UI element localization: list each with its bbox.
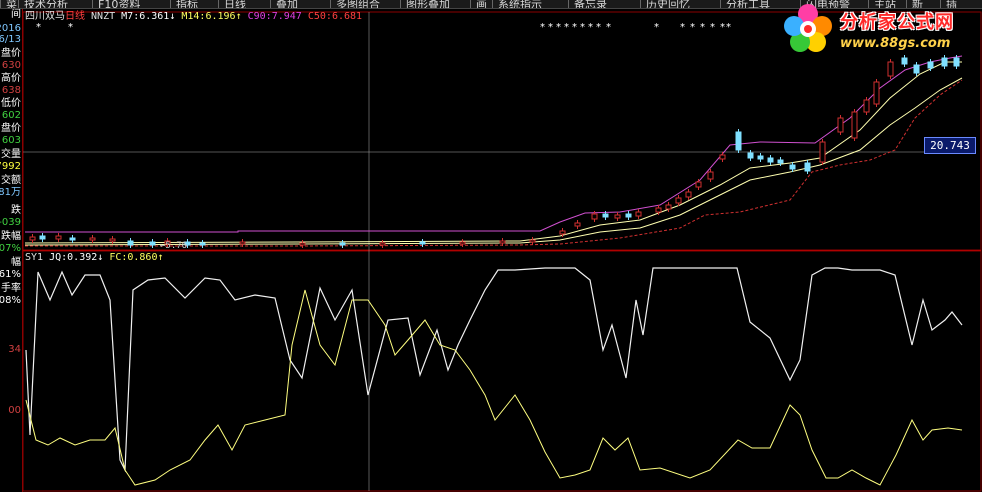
candle-body (747, 152, 754, 159)
current-price-tag: 20.743 (924, 137, 976, 154)
candle-body (953, 57, 960, 67)
signal-star: * (680, 22, 685, 33)
oscillator-lines (25, 267, 963, 486)
candle-body (685, 191, 692, 198)
candle-body (574, 222, 581, 227)
fc-label: FC: (109, 252, 128, 263)
signal-star: * (36, 22, 41, 33)
c50-label: C50: (307, 11, 332, 22)
signal-star: * (654, 22, 659, 33)
candle-body (927, 61, 934, 69)
candle-body (149, 241, 156, 246)
candle-body (29, 236, 36, 241)
candle-body (127, 240, 134, 246)
c90-label: C90: (247, 11, 272, 22)
candle-body (901, 57, 908, 65)
signal-star: * (596, 22, 601, 33)
signal-star: * (548, 22, 553, 33)
candle-body (559, 230, 566, 235)
candle-body (199, 242, 206, 246)
candle-body (89, 237, 96, 241)
signal-star: * (556, 22, 561, 33)
signal-star: * (710, 22, 715, 33)
signal-star: * (700, 22, 705, 33)
candle-body (777, 159, 784, 164)
signal-star: * (580, 22, 585, 33)
sub-chart-frame (22, 250, 982, 492)
candlestick-series (29, 55, 960, 248)
candle-body (499, 240, 506, 244)
candle-body (913, 64, 920, 74)
candle-body (819, 141, 826, 163)
candle-body (837, 117, 844, 133)
candle-body (591, 213, 598, 220)
candle-body (675, 197, 682, 204)
candle-body (69, 237, 76, 241)
period-label: 日线 (65, 11, 85, 22)
candle-body (614, 214, 621, 219)
candle-body (863, 99, 870, 113)
jq-line (25, 267, 963, 473)
candle-body (39, 235, 46, 240)
signal-star: * (588, 22, 593, 33)
candle-body (299, 242, 306, 246)
candle-body (55, 235, 62, 240)
candle-body (707, 171, 714, 180)
flower-logo-icon (784, 4, 832, 52)
candle-body (851, 111, 858, 139)
candle-body (655, 207, 662, 213)
logo-title: 分析家公式网 (840, 12, 954, 33)
m14-value: 6.196↑ (205, 11, 242, 22)
candle-body (735, 131, 742, 151)
c50-value: 6.681 (331, 11, 363, 22)
jq-value: 0.392↓ (67, 252, 104, 263)
candle-body (459, 241, 466, 245)
main-chart-header: 四川双马日线 NNZT M7:6.361↓ M14:6.196↑ C90:7.9… (25, 11, 362, 23)
stock-name: 四川双马 (25, 11, 65, 22)
fc-value: 0.860↑ (127, 252, 164, 263)
low-price-marker: ←5.76 (160, 241, 188, 251)
candle-body (419, 241, 426, 245)
candle-body (767, 157, 774, 163)
candle-body (789, 164, 796, 170)
sub-chart-header: SY1 JQ:0.392↓ FC:0.860↑ (25, 252, 164, 264)
candle-body (887, 61, 894, 77)
signal-star: * (606, 22, 611, 33)
signal-star: * (720, 22, 725, 33)
candle-body (695, 181, 702, 188)
logo-url: www.88gs.com (840, 36, 951, 51)
signal-star: * (726, 22, 731, 33)
jq-label: JQ: (49, 252, 68, 263)
site-logo: 分析家公式网 www.88gs.com (778, 0, 982, 58)
candle-body (602, 213, 609, 218)
c50-line (25, 79, 963, 247)
candle-body (625, 213, 632, 218)
candle-body (635, 211, 642, 217)
candle-body (379, 242, 386, 246)
candle-body (873, 81, 880, 105)
candle-body (665, 204, 672, 210)
indicator-name: NNZT (91, 11, 116, 22)
candle-body (239, 241, 246, 245)
fc-line (25, 289, 963, 486)
candle-body (804, 162, 811, 172)
signal-star: * (690, 22, 695, 33)
signal-star: * (564, 22, 569, 33)
m14-label: M14: (181, 11, 206, 22)
signal-star: * (540, 22, 545, 33)
chart-canvas[interactable]: ********************** (0, 0, 982, 492)
m7-label: M7: (121, 11, 140, 22)
candle-body (941, 57, 948, 67)
signal-stars: ********************** (36, 22, 831, 33)
candle-body (757, 155, 764, 160)
m7-value: 6.361↓ (139, 11, 176, 22)
sub-indicator-name: SY1 (25, 252, 44, 263)
candle-body (109, 238, 116, 242)
c90-value: 7.947 (271, 11, 302, 22)
candle-body (339, 242, 346, 246)
signal-star: * (68, 22, 73, 33)
signal-star: * (572, 22, 577, 33)
candle-body (719, 154, 726, 160)
candle-body (529, 239, 536, 243)
